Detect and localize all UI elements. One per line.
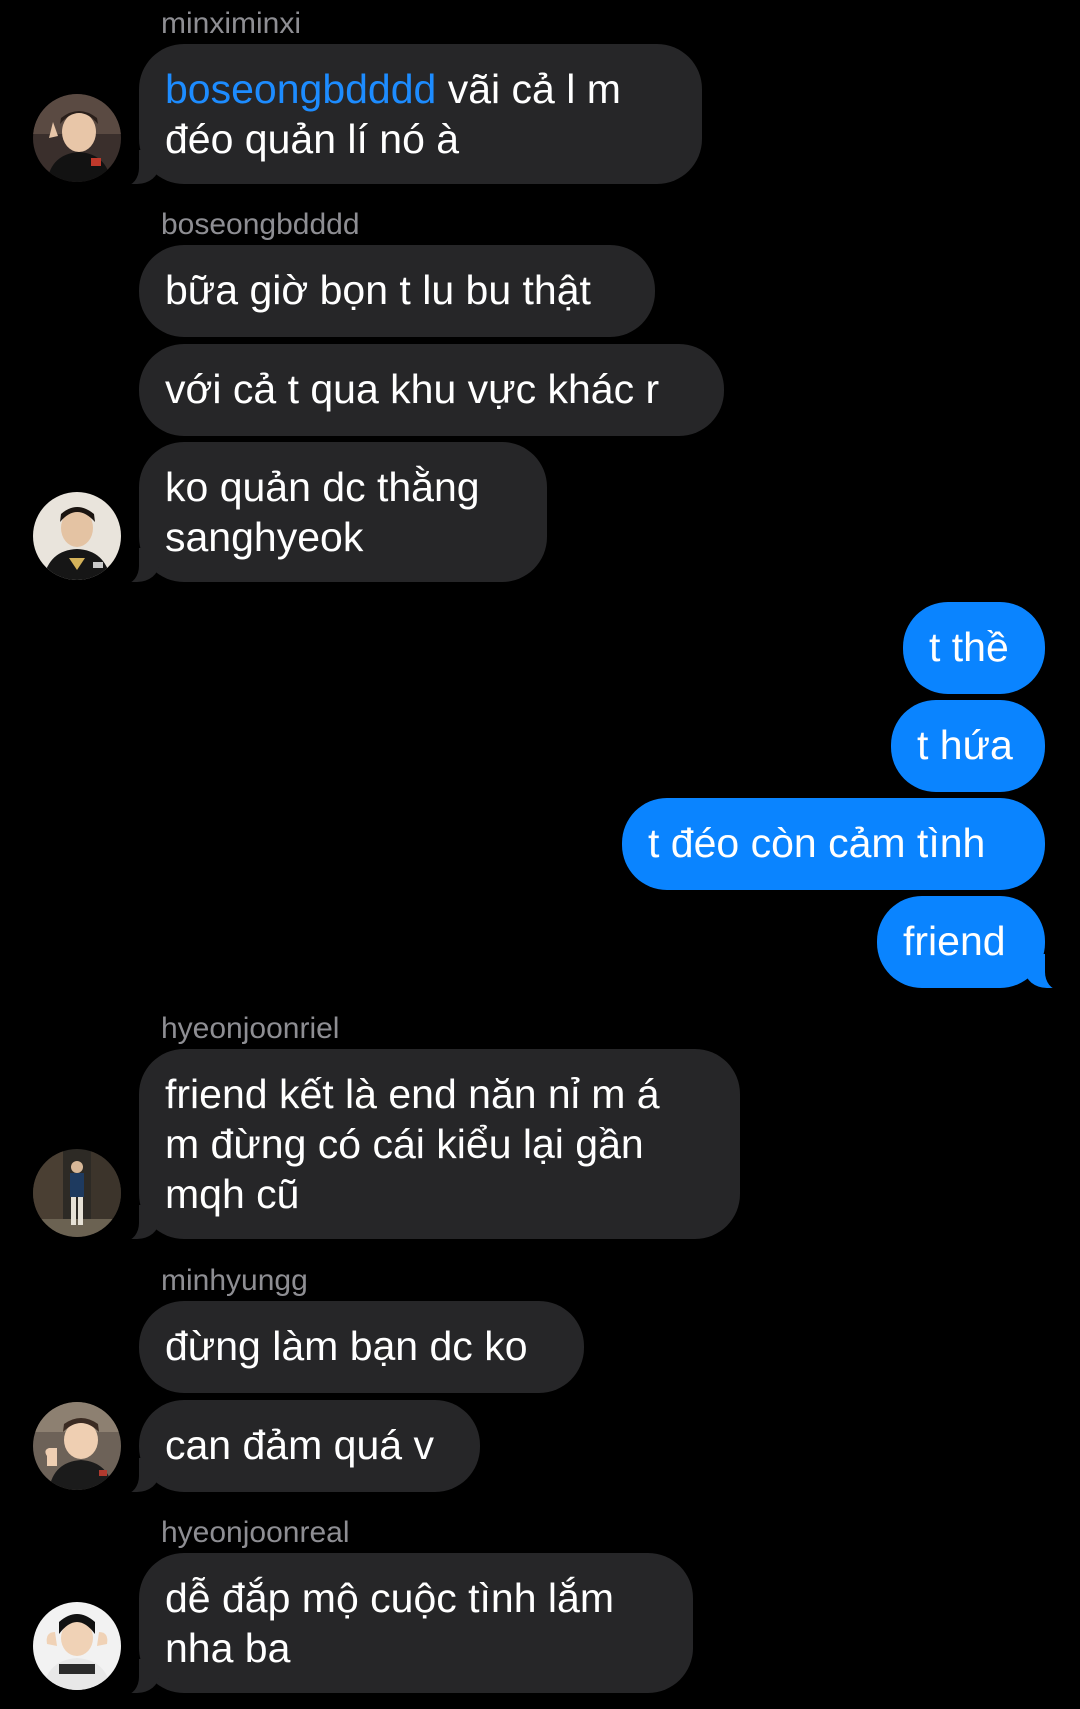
sender-name: hyeonjoonreal [161, 1516, 350, 1549]
avatar[interactable] [33, 1149, 121, 1237]
message-bubble[interactable]: dễ đắp mộ cuộc tình lắm nha ba [117, 1553, 693, 1695]
message-bubble[interactable]: với cả t qua khu vực khác r [139, 344, 724, 436]
message-bubble[interactable]: boseongbdddd vãi cả l m đéo quản lí nó à [117, 44, 702, 186]
message-bubble[interactable]: can đảm quá v [117, 1400, 480, 1494]
message-line: sanghyeok [165, 514, 364, 560]
avatar[interactable] [33, 1602, 121, 1690]
message-line: dễ đắp mộ cuộc tình lắm [165, 1575, 614, 1621]
message-bubble-sent[interactable]: t hứa [891, 700, 1045, 792]
user-avatar-photo-icon [33, 492, 121, 580]
mention-link[interactable]: boseongbdddd [165, 66, 436, 112]
sender-name: hyeonjoonriel [161, 1012, 340, 1045]
message-line: ko quản dc thằng [165, 464, 480, 510]
message-text: đừng làm bạn dc ko [165, 1323, 528, 1369]
message-text: friend [903, 918, 1006, 964]
message-bubble[interactable]: đừng làm bạn dc ko [139, 1301, 584, 1393]
message-bubble[interactable]: ko quản dc thằng sanghyeok [117, 442, 547, 584]
user-avatar-photo-icon [33, 94, 121, 182]
message-bubble[interactable]: bữa giờ bọn t lu bu thật [139, 245, 655, 337]
message-text: t thề [929, 624, 1009, 670]
message-text: t hứa [917, 722, 1013, 768]
sender-name: boseongbdddd [161, 208, 360, 241]
user-avatar-photo-icon [33, 1402, 121, 1490]
message-text: t đéo còn cảm tình [648, 820, 986, 866]
message-line: nha ba [165, 1625, 291, 1671]
message-line: đéo quản lí nó à [165, 116, 460, 162]
message-line: m đừng có cái kiểu lại gần [165, 1121, 644, 1167]
message-line: mqh cũ [165, 1171, 300, 1217]
message-text: can đảm quá v [165, 1422, 434, 1468]
message-text: bữa giờ bọn t lu bu thật [165, 267, 591, 313]
message-bubble-sent[interactable]: friend [877, 896, 1067, 990]
sender-name: minhyungg [161, 1264, 308, 1297]
avatar[interactable] [33, 94, 121, 182]
message-line: friend kết là end năn nỉ m á [165, 1071, 660, 1117]
sender-name: minximinxi [161, 7, 302, 40]
message-text: với cả t qua khu vực khác r [165, 366, 660, 412]
message-bubble-sent[interactable]: t đéo còn cảm tình [622, 798, 1045, 890]
message-line: boseongbdddd vãi cả l m [165, 64, 676, 114]
message-text: vãi cả l m [436, 66, 621, 112]
user-avatar-photo-icon [33, 1149, 121, 1237]
avatar[interactable] [33, 492, 121, 580]
message-bubble[interactable]: friend kết là end năn nỉ m á m đừng có c… [117, 1049, 740, 1241]
message-bubble-sent[interactable]: t thề [903, 602, 1045, 694]
avatar[interactable] [33, 1402, 121, 1490]
user-avatar-photo-icon [33, 1602, 121, 1690]
chat-thread[interactable]: minximinxi boseongbdddd vãi cả l m đéo q… [0, 0, 1080, 1709]
